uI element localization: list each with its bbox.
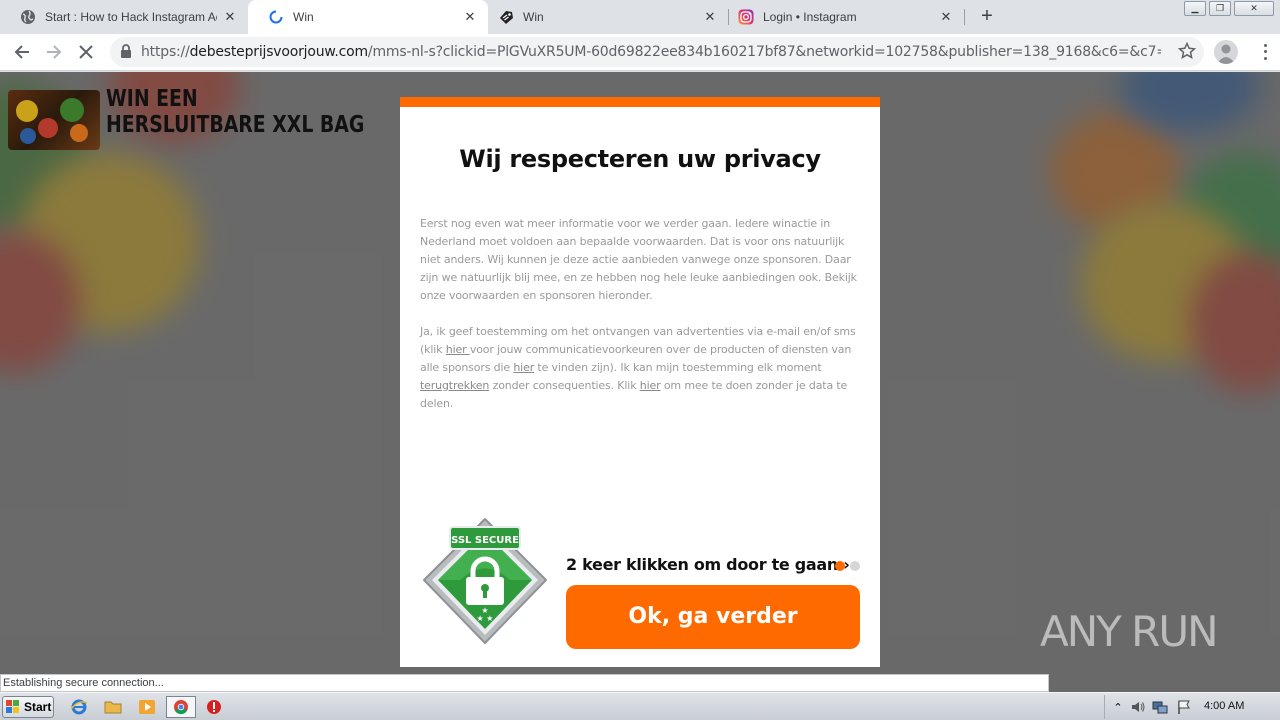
instagram-icon	[738, 9, 754, 25]
svg-text:★: ★	[481, 606, 488, 615]
svg-text:★ ★: ★ ★	[477, 614, 494, 623]
anyrun-watermark: ANY RUN	[1040, 607, 1218, 656]
close-tab-icon[interactable]: ✕	[462, 9, 478, 25]
tab-login-instagram[interactable]: Login • Instagram ✕	[718, 0, 964, 34]
info-paragraph: Eerst nog even wat meer informatie voor …	[420, 217, 857, 302]
promo-heading-line1: WIN EEN	[106, 86, 198, 112]
privacy-modal: Wij respecteren uw privacy Eerst nog eve…	[400, 97, 880, 667]
volume-icon[interactable]	[1129, 698, 1147, 716]
start-button[interactable]: Start	[2, 696, 54, 718]
ssl-secure-badge: SSL SECURE ★ ★ ★	[420, 517, 550, 647]
brand-header: WIN EEN HERSLUITBARE XXL BAG	[8, 86, 421, 150]
close-tab-icon[interactable]: ✕	[702, 9, 718, 25]
tab-start-hack-instagram[interactable]: Start : How to Hack Instagram Accou ✕	[0, 0, 248, 34]
new-tab-button[interactable]: +	[976, 5, 998, 27]
tab-title: Start : How to Hack Instagram Accou	[45, 10, 217, 24]
tab-title: Win	[293, 10, 314, 24]
promo-heading: WIN EEN HERSLUITBARE XXL BAG	[106, 86, 364, 138]
close-window-button[interactable]: ✕	[1234, 1, 1274, 16]
tab-title: Win	[523, 10, 544, 24]
click-counter-text: 2 keer klikken om door te gaan ›	[566, 555, 850, 574]
step-dot-active	[835, 561, 845, 571]
tab-title: Login • Instagram	[763, 10, 857, 24]
bookmark-star-icon[interactable]	[1177, 41, 1197, 65]
lock-icon[interactable]	[120, 44, 132, 63]
consent-paragraph: Ja, ik geef toestemming om het ontvangen…	[420, 323, 862, 413]
minimize-button[interactable]: ▁	[1184, 1, 1206, 16]
forward-button[interactable]	[42, 40, 66, 64]
arrow-left-icon	[14, 45, 29, 59]
stop-loading-button[interactable]	[74, 40, 98, 64]
status-bubble: Establishing secure connection...	[0, 674, 1049, 692]
tab-separator	[964, 9, 965, 25]
globe-icon	[20, 9, 36, 25]
consent-text: te vinden zijn). Ik kan mijn toestemming…	[534, 361, 822, 374]
loading-spinner-icon	[268, 9, 284, 25]
chrome-taskbar-button[interactable]	[166, 696, 196, 718]
link-hier-sponsors[interactable]: hier	[513, 361, 534, 374]
windows-taskbar: Start ⌃ 4:00 AM	[0, 692, 1280, 720]
watermark-text: ANY RUN	[1040, 607, 1218, 656]
profile-avatar[interactable]	[1214, 40, 1238, 64]
consent-text: zonder consequenties. Klik	[489, 379, 640, 392]
modal-title: Wij respecteren uw privacy	[459, 145, 821, 173]
taskbar-clock: 4:00 AM	[1204, 700, 1245, 712]
browser-menu-button[interactable]	[1260, 42, 1270, 62]
link-hier-no-data[interactable]: hier	[640, 379, 661, 392]
address-bar[interactable]: https://debesteprijsvoorjouw.com/mms-nl-…	[110, 37, 1204, 67]
close-tab-icon[interactable]: ✕	[222, 9, 238, 25]
maximize-button[interactable]: ❐	[1209, 1, 1231, 16]
candy-bag-image	[8, 90, 100, 150]
page-viewport: WIN EEN HERSLUITBARE XXL BAG Wij respect…	[0, 72, 1280, 692]
ssl-label: SSL SECURE	[451, 535, 519, 546]
media-player-icon[interactable]	[138, 698, 156, 716]
person-icon	[1217, 44, 1235, 64]
url-host: debesteprijsvoorjouw.com	[189, 44, 369, 60]
show-hidden-icons-icon[interactable]: ⌃	[1109, 698, 1127, 716]
tab-win-active[interactable]: Win ✕	[248, 0, 488, 34]
windows-logo-icon	[6, 700, 19, 713]
close-icon	[79, 45, 93, 59]
url-scheme: https://	[141, 44, 190, 60]
chrome-icon	[174, 700, 188, 715]
tag-icon	[498, 9, 514, 25]
network-icon[interactable]	[1151, 698, 1169, 716]
arrow-right-icon	[47, 45, 62, 59]
internet-explorer-icon[interactable]	[70, 698, 88, 716]
system-tray: ⌃	[1104, 695, 1276, 719]
file-explorer-icon[interactable]	[104, 698, 122, 716]
ok-continue-button[interactable]: Ok, ga verder	[566, 585, 860, 649]
action-center-flag-icon[interactable]	[1175, 698, 1193, 716]
link-terugtrekken[interactable]: terugtrekken	[420, 379, 489, 392]
url-path: /mms-nl-s?clickid=PlGVuXR5UM-60d69822ee8…	[367, 44, 1161, 60]
tab-strip: Start : How to Hack Instagram Accou ✕ Wi…	[0, 0, 1280, 34]
step-dot-inactive	[850, 561, 860, 571]
promo-heading-line2: HERSLUITBARE XXL BAG	[106, 112, 365, 138]
start-label: Start	[24, 700, 52, 714]
browser-toolbar: https://debesteprijsvoorjouw.com/mms-nl-…	[0, 34, 1280, 71]
back-button[interactable]	[10, 40, 34, 64]
stop-sign-icon[interactable]	[205, 698, 223, 716]
url-text[interactable]: https://debesteprijsvoorjouw.com/mms-nl-…	[141, 44, 1161, 60]
close-tab-icon[interactable]: ✕	[938, 9, 954, 25]
tab-win[interactable]: Win ✕	[478, 0, 728, 34]
link-hier-preferences[interactable]: hier	[446, 343, 470, 356]
